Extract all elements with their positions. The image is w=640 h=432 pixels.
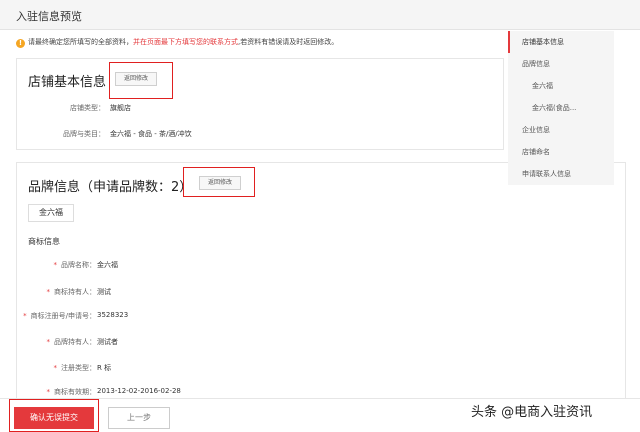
store-back-highlight xyxy=(109,62,173,99)
trademark-validity-label: * 商标有效期： xyxy=(46,388,97,396)
page-header: 入驻信息预览 xyxy=(0,0,640,30)
store-type-label: 店铺类型： xyxy=(70,104,105,112)
brand-name-value: 金六福 xyxy=(97,261,118,269)
store-type-value: 旗舰店 xyxy=(110,104,131,112)
brand-holder-label: * 品牌持有人： xyxy=(46,338,97,346)
watermark: 头条 @电商入驻资讯 xyxy=(471,405,593,420)
required-mark: * xyxy=(46,338,51,346)
trademark-holder-label: * 商标持有人： xyxy=(46,288,97,296)
nav-item-store-naming[interactable]: 店铺命名 xyxy=(508,141,614,163)
brand-info-title: 品牌信息（申请品牌数：2） xyxy=(28,180,193,195)
nav-item-store-info[interactable]: 店铺基本信息 xyxy=(508,31,614,53)
trademark-number-value: 3528323 xyxy=(97,311,129,319)
required-mark: * xyxy=(53,261,58,269)
trademark-number-label: * 商标注册号/申请号： xyxy=(23,312,96,320)
nav-item-brand-jinliufu[interactable]: 金六福 xyxy=(508,75,614,97)
required-mark: * xyxy=(46,388,51,396)
required-mark: * xyxy=(53,364,58,372)
brand-tab-jinliufu[interactable]: 金六福 xyxy=(28,204,74,222)
brand-back-highlight xyxy=(183,167,255,197)
side-nav: 店铺基本信息 品牌信息 金六福 金六福(食品... 企业信息 店铺命名 申请联系… xyxy=(508,31,614,185)
brand-category-value: 金六福 - 食品 - 茶/酒/冲饮 xyxy=(110,130,192,138)
nav-item-brand-jinliufu-food[interactable]: 金六福(食品... xyxy=(508,97,614,119)
trademark-section-label: 商标信息 xyxy=(28,237,60,246)
nav-item-brand-info[interactable]: 品牌信息 xyxy=(508,53,614,75)
notice-text-before: 请最终确定您所填写的全部资料， xyxy=(28,38,133,46)
registration-type-value: R 标 xyxy=(97,364,112,372)
required-mark: * xyxy=(46,288,51,296)
notice-text-red: 并在页面最下方填写您的联系方式 xyxy=(133,38,238,46)
notice-bar: ! 请最终确定您所填写的全部资料，并在页面最下方填写您的联系方式,若资料有错误请及… xyxy=(16,37,506,48)
nav-item-company-info[interactable]: 企业信息 xyxy=(508,119,614,141)
notice-text-after: ,若资料有错误请及时返回修改。 xyxy=(238,38,339,46)
brand-name-label: * 品牌名称： xyxy=(53,261,97,269)
warning-icon: ! xyxy=(16,39,25,48)
trademark-holder-value: 测试 xyxy=(97,288,111,296)
confirm-highlight xyxy=(9,399,99,432)
page-title: 入驻信息预览 xyxy=(16,10,82,23)
previous-step-button[interactable]: 上一步 xyxy=(108,407,170,429)
brand-category-label: 品牌与类目： xyxy=(63,130,105,138)
store-info-panel: 店铺基本信息 返回修改 店铺类型： 旗舰店 品牌与类目： 金六福 - 食品 - … xyxy=(16,58,504,150)
registration-type-label: * 注册类型： xyxy=(53,364,97,372)
brand-holder-value: 测试者 xyxy=(97,338,118,346)
store-info-title: 店铺基本信息 xyxy=(28,75,107,90)
trademark-validity-value: 2013-12-02-2016-02-28 xyxy=(97,387,181,395)
required-mark: * xyxy=(23,312,27,320)
page: 入驻信息预览 ! 请最终确定您所填写的全部资料，并在页面最下方填写您的联系方式,若… xyxy=(0,0,640,432)
nav-item-contact-info[interactable]: 申请联系人信息 xyxy=(508,163,614,185)
